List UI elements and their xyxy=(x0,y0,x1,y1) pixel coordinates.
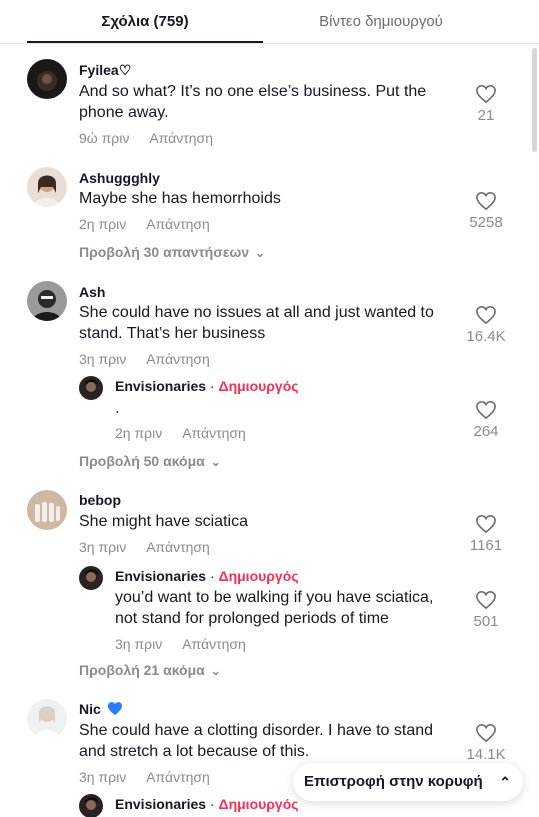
separator: · xyxy=(206,796,219,812)
view-more-label: Προβολή 50 ακόμα xyxy=(79,453,205,469)
chevron-down-icon: ⌄ xyxy=(210,664,221,678)
comment-text: Maybe she has hemorrhoids xyxy=(79,190,281,207)
heart-icon[interactable] xyxy=(475,400,497,420)
creator-badge: Δημιουργός xyxy=(218,796,299,812)
heart-icon[interactable] xyxy=(475,84,497,104)
separator: · xyxy=(206,378,219,394)
back-to-top-button[interactable]: Επιστροφή στην κορυφή ⌃ xyxy=(293,763,523,801)
reply-time: 3η πριν xyxy=(115,636,163,652)
comment-text: And so what? It’s no one else’s business… xyxy=(79,83,427,121)
reply-button[interactable]: Απάντηση xyxy=(146,216,210,232)
heart-icon[interactable] xyxy=(475,305,497,325)
comment-time: 3η πριν xyxy=(79,539,127,555)
avatar[interactable] xyxy=(27,59,67,99)
reply-username[interactable]: Envisionaries · Δημιουργός xyxy=(115,568,299,584)
blue-heart-icon xyxy=(107,702,122,716)
reply-meta: 2η πριν Απάντηση xyxy=(115,425,246,441)
avatar[interactable] xyxy=(79,794,103,817)
back-to-top-label: Επιστροφή στην κορυφή xyxy=(304,773,483,790)
creator-badge: Δημιουργός xyxy=(218,378,299,394)
chevron-down-icon: ⌄ xyxy=(255,246,266,260)
avatar[interactable] xyxy=(27,167,67,207)
like-count: 21 xyxy=(477,107,495,124)
tab-creator-videos[interactable]: Βίντεο δημιουργού xyxy=(263,0,499,44)
comment-username[interactable]: Ashuggghly xyxy=(79,170,160,186)
comment-meta: 3η πριν Απάντηση xyxy=(79,769,210,785)
comment-time: 2η πριν xyxy=(79,216,127,232)
comment-meta: 9ώ πριν Απάντηση xyxy=(79,130,213,146)
comment-meta: 3η πριν Απάντηση xyxy=(79,351,210,367)
like-count: 1161 xyxy=(469,537,503,554)
reply-username-label[interactable]: Envisionaries xyxy=(115,378,206,394)
reply-button[interactable]: Απάντηση xyxy=(182,425,246,441)
reply-button[interactable]: Απάντηση xyxy=(149,130,213,146)
comment-text: She could have no issues at all and just… xyxy=(79,304,434,342)
reply-text: you’d want to be walking if you have sci… xyxy=(115,589,434,627)
like-count: 501 xyxy=(473,613,499,630)
reply-button[interactable]: Απάντηση xyxy=(146,769,210,785)
reply-username[interactable]: Envisionaries · Δημιουργός xyxy=(115,796,299,812)
comment-time: 3η πριν xyxy=(79,769,127,785)
comment-username[interactable]: Nic xyxy=(79,701,123,717)
comment-username-label[interactable]: Nic xyxy=(79,701,101,717)
heart-icon[interactable] xyxy=(475,590,497,610)
view-replies-button[interactable]: Προβολή 30 απαντήσεων ⌄ xyxy=(79,244,265,260)
active-tab-indicator xyxy=(27,41,263,43)
double-chevron-up-icon: ⌃ xyxy=(499,774,511,790)
separator: · xyxy=(206,568,219,584)
comment-username[interactable]: Ash xyxy=(79,284,105,300)
scrollbar[interactable] xyxy=(532,48,537,152)
like-count: 5258 xyxy=(469,214,503,231)
view-more-replies-button[interactable]: Προβολή 50 ακόμα ⌄ xyxy=(79,453,221,469)
reply-username-label[interactable]: Envisionaries xyxy=(115,568,206,584)
avatar[interactable] xyxy=(27,490,67,530)
tab-comments[interactable]: Σχόλια (759) xyxy=(27,0,263,44)
chevron-down-icon: ⌄ xyxy=(210,455,221,469)
reply-time: 2η πριν xyxy=(115,425,163,441)
like-count: 14.1K xyxy=(466,746,506,763)
reply-button[interactable]: Απάντηση xyxy=(146,539,210,555)
avatar[interactable] xyxy=(79,566,103,590)
reply-button[interactable]: Απάντηση xyxy=(182,636,246,652)
reply-meta: 3η πριν Απάντηση xyxy=(115,636,246,652)
comment-time: 9ώ πριν xyxy=(79,130,130,146)
creator-badge: Δημιουργός xyxy=(218,568,299,584)
comment-text: She could have a clotting disorder. I ha… xyxy=(79,722,434,760)
comment-meta: 3η πριν Απάντηση xyxy=(79,539,210,555)
heart-icon[interactable] xyxy=(475,723,497,743)
like-count: 16.4K xyxy=(466,328,506,345)
view-replies-label: Προβολή 30 απαντήσεων xyxy=(79,244,250,260)
avatar[interactable] xyxy=(79,376,103,400)
view-more-replies-button[interactable]: Προβολή 21 ακόμα ⌄ xyxy=(79,662,221,678)
reply-button[interactable]: Απάντηση xyxy=(146,351,210,367)
avatar[interactable] xyxy=(27,281,67,321)
heart-icon[interactable] xyxy=(475,514,497,534)
like-count: 264 xyxy=(473,423,499,440)
comment-username[interactable]: bebop xyxy=(79,492,121,508)
comment-username[interactable]: Fyilea♡ xyxy=(79,62,131,79)
avatar[interactable] xyxy=(27,699,67,739)
view-more-label: Προβολή 21 ακόμα xyxy=(79,662,205,678)
comment-time: 3η πριν xyxy=(79,351,127,367)
reply-text: . xyxy=(115,400,120,417)
reply-username-label[interactable]: Envisionaries xyxy=(115,796,206,812)
comment-text: She might have sciatica xyxy=(79,513,248,530)
comment-tabs: Σχόλια (759) Βίντεο δημιουργού xyxy=(0,0,539,44)
heart-icon[interactable] xyxy=(475,191,497,211)
reply-username[interactable]: Envisionaries · Δημιουργός xyxy=(115,378,299,394)
comment-meta: 2η πριν Απάντηση xyxy=(79,216,210,232)
